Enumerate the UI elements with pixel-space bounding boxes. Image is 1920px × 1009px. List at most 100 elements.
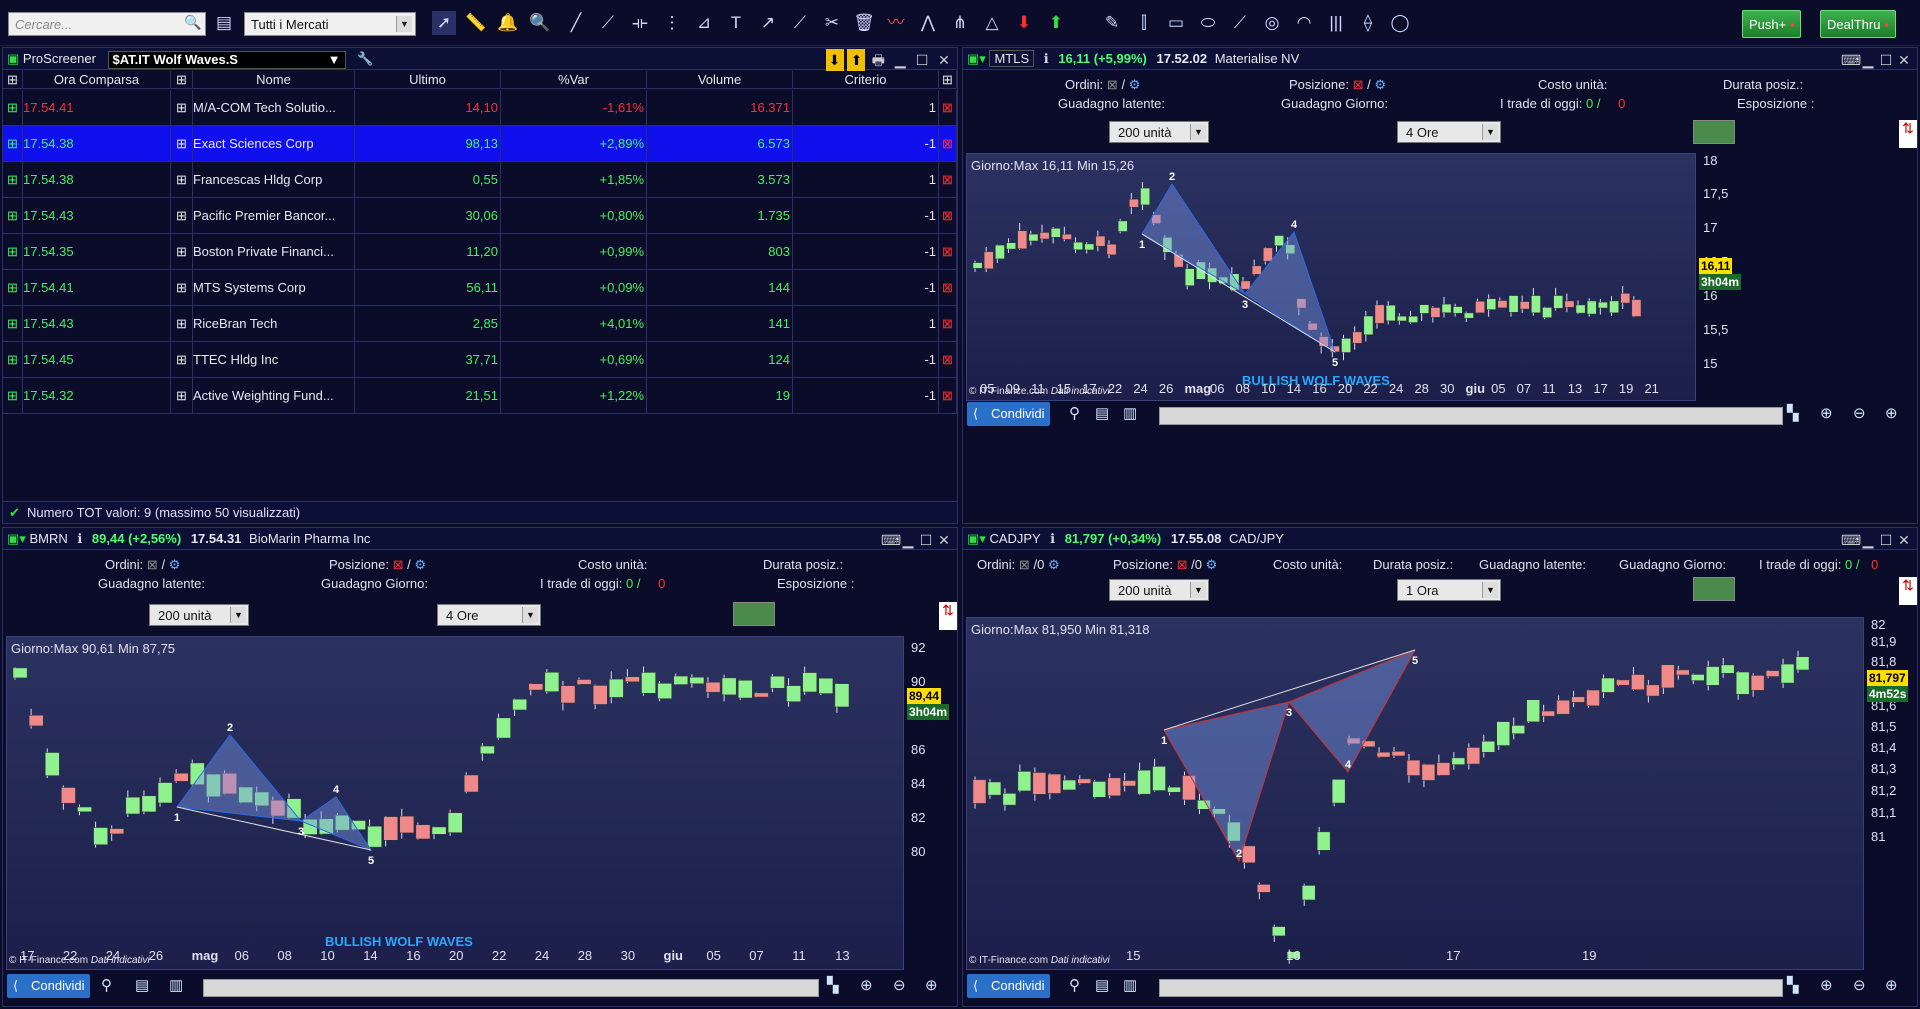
table-row[interactable]: ⊞ 17.54.43 ⊞ RiceBran Tech 2,85 +4,01% 141 1 ⊠	[3, 306, 957, 342]
trade-side-icon[interactable]: ⇅	[939, 602, 957, 630]
table-row[interactable]: ⊞ 17.54.41 ⊞ M/A-COM Tech Solutio... 14,10 -1…	[3, 90, 957, 126]
lasso-icon[interactable]: ◯	[1388, 11, 1412, 35]
row-expand-icon[interactable]: ⊞	[3, 234, 23, 270]
period-select[interactable]: 1 Ora ▼	[1397, 579, 1501, 601]
table-row[interactable]: ⊞ 17.54.41 ⊞ MTS Systems Corp 56,11 +0,09% 144…	[3, 270, 957, 306]
cursor-icon[interactable]: ➚	[432, 11, 456, 35]
arrow-tool-icon[interactable]: ↗	[756, 11, 780, 35]
close-icon[interactable]: ✕	[935, 49, 953, 71]
indicator-list-icon[interactable]: ▤	[1095, 976, 1109, 994]
maximize-icon[interactable]: ☐	[913, 49, 931, 71]
info-icon[interactable]: ℹ	[1044, 51, 1049, 66]
spiral-icon[interactable]: ◎	[1260, 11, 1284, 35]
row-remove-icon[interactable]: ⊠	[939, 270, 957, 306]
chart-area[interactable]: 12345 Giorno:Max 90,61 Min 87,75 © IT-Fi…	[6, 636, 904, 970]
sell-arrow-icon[interactable]: ⬇	[1012, 11, 1036, 35]
keyboard-icon[interactable]: ⌨	[1841, 49, 1861, 71]
wrench-icon[interactable]: 🔧	[357, 51, 373, 66]
info-icon[interactable]: ℹ	[77, 531, 82, 546]
market-select[interactable]: Tutti i Mercati ▼	[244, 12, 416, 36]
col-time[interactable]: Ora Comparsa	[23, 71, 171, 89]
row-chart-icon[interactable]: ⊞	[171, 306, 193, 342]
trade-side-icon[interactable]: ⇅	[1899, 120, 1917, 148]
row-expand-icon[interactable]: ⊞	[3, 270, 23, 306]
row-expand-icon[interactable]: ⊞	[3, 198, 23, 234]
chart-type-icon[interactable]: ▚	[827, 976, 839, 994]
drawing-icon[interactable]: ⚲	[1069, 404, 1080, 422]
vertical-line-icon[interactable]: ⋮	[660, 11, 684, 35]
minimize-icon[interactable]: ▁	[1859, 49, 1877, 71]
row-chart-icon[interactable]: ⊞	[171, 234, 193, 270]
symbol-label[interactable]: MTLS	[989, 50, 1035, 67]
maximize-icon[interactable]: ☐	[917, 529, 935, 551]
row-expand-icon[interactable]: ⊞	[3, 162, 23, 198]
rectangle-icon[interactable]: ▭	[1164, 11, 1188, 35]
fan-icon[interactable]: ⟋	[788, 11, 812, 35]
keyboard-icon[interactable]: ⌨	[881, 529, 901, 551]
cycles-icon[interactable]: |||	[1324, 11, 1348, 35]
row-chart-icon[interactable]: ⊞	[171, 90, 193, 126]
horizontal-line-icon[interactable]: ⟛	[628, 11, 652, 35]
position-settings-icon[interactable]: ⚙	[414, 557, 426, 572]
indicator-list-icon[interactable]: ▤	[1095, 404, 1109, 422]
trash-icon[interactable]: 🗑	[852, 11, 876, 35]
price-chart[interactable]: 1 2 3 4 5	[967, 154, 1697, 402]
zoom-out-icon[interactable]: ⊖	[1853, 976, 1866, 994]
trendline-icon[interactable]: ╱	[564, 11, 588, 35]
price-chart[interactable]: 1 2 3 4 5	[967, 618, 1865, 971]
col-last[interactable]: Ultimo	[355, 71, 501, 89]
zoom-out-icon[interactable]: ⊖	[893, 976, 906, 994]
wave-icon[interactable]: 〰	[884, 11, 908, 35]
table-row[interactable]: ⊞ 17.54.43 ⊞ Pacific Premier Bancor... 30,06…	[3, 198, 957, 234]
ray-icon[interactable]: ⟋	[596, 11, 620, 35]
share-button[interactable]: ⟨ Condividi	[967, 402, 1051, 426]
units-select[interactable]: 200 unità ▼	[1109, 579, 1209, 601]
chart-menu-icon[interactable]: ▣▾	[3, 531, 26, 546]
position-settings-icon[interactable]: ⚙	[1374, 77, 1386, 92]
chart-menu-icon[interactable]: ▣▾	[963, 51, 986, 66]
row-remove-icon[interactable]: ⊠	[939, 198, 957, 234]
chart-type-icon[interactable]: ▚	[1787, 404, 1799, 422]
table-row[interactable]: ⊞ 17.54.35 ⊞ Boston Private Financi... 11,20…	[3, 234, 957, 270]
arc-icon[interactable]: ◠	[1292, 11, 1316, 35]
triangle-icon[interactable]: △	[980, 11, 1004, 35]
row-chart-icon[interactable]: ⊞	[171, 126, 193, 162]
zoom-fit-icon[interactable]: ⊕	[1820, 404, 1833, 422]
buy-arrow-icon[interactable]: ⬆	[1044, 11, 1068, 35]
minimize-icon[interactable]: ▁	[891, 49, 909, 71]
indicators-icon[interactable]	[1693, 577, 1735, 601]
table-row[interactable]: ⊞ 17.54.32 ⊞ Active Weighting Fund... 21,51 +…	[3, 378, 957, 414]
keyboard-icon[interactable]: ⌨	[1841, 529, 1861, 551]
maximize-icon[interactable]: ☐	[1877, 529, 1895, 551]
row-remove-icon[interactable]: ⊠	[939, 126, 957, 162]
expand-all-icon[interactable]: ⊞	[3, 71, 23, 89]
chart-scrollbar[interactable]	[1159, 407, 1783, 425]
share-button[interactable]: ⟨ Condividi	[967, 974, 1051, 998]
indicators-icon[interactable]	[1693, 120, 1735, 144]
table-row[interactable]: ⊞ 17.54.38 ⊞ Francescas Hldg Corp 0,55 +1,85%…	[3, 162, 957, 198]
trade-side-icon[interactable]: ⇅	[1899, 577, 1917, 605]
table-row[interactable]: ⊞ 17.54.38 ⊞ Exact Sciences Corp 98,13 +2,89%…	[3, 126, 957, 162]
maximize-icon[interactable]: ☐	[1877, 49, 1895, 71]
row-chart-icon[interactable]: ⊞	[171, 270, 193, 306]
volume-icon[interactable]: ▥	[1123, 404, 1137, 422]
row-remove-icon[interactable]: ⊠	[939, 378, 957, 414]
row-remove-icon[interactable]: ⊠	[939, 342, 957, 378]
row-chart-icon[interactable]: ⊞	[171, 198, 193, 234]
search-input[interactable]: Cercare...	[8, 12, 206, 36]
print-icon[interactable]: 🖶	[869, 49, 887, 71]
minimize-icon[interactable]: ▁	[1859, 529, 1877, 551]
zoom-in-icon[interactable]: ⊕	[925, 976, 938, 994]
close-icon[interactable]: ✕	[1895, 529, 1913, 551]
price-chart[interactable]: 1 2 3 4 5	[7, 637, 905, 971]
row-remove-icon[interactable]: ⊠	[939, 234, 957, 270]
position-icon[interactable]: ⊠	[1177, 557, 1188, 572]
ellipse-icon[interactable]: ⬭	[1196, 11, 1220, 35]
symbol-label[interactable]: BMRN	[29, 531, 67, 546]
position-settings-icon[interactable]: ⚙	[1206, 557, 1218, 572]
chart-menu-icon[interactable]: ▣▾	[963, 531, 986, 546]
chart-scrollbar[interactable]	[203, 979, 819, 997]
orders-icon[interactable]: ⊠	[1107, 77, 1118, 92]
position-icon[interactable]: ⊠	[393, 557, 404, 572]
zoom-in-icon[interactable]: ⊕	[1885, 404, 1898, 422]
